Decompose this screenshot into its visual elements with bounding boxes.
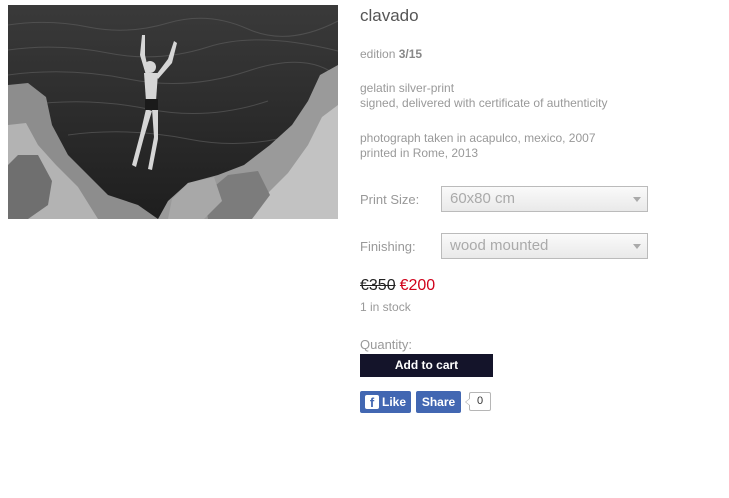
- edition-prefix: edition: [360, 47, 399, 61]
- product-photo[interactable]: [8, 5, 338, 219]
- like-label: Like: [382, 395, 407, 409]
- finishing-value: wood mounted: [450, 237, 549, 254]
- edition-number: 3/15: [398, 47, 423, 61]
- stock-status: 1 in stock: [360, 300, 411, 314]
- edition-info: edition 3/15: [360, 47, 422, 61]
- product-photo-image: [8, 5, 338, 219]
- chevron-down-icon: [633, 244, 641, 249]
- print-size-select[interactable]: 60x80 cm: [441, 186, 648, 212]
- photo-description: photograph taken in acapulco, mexico, 20…: [360, 131, 596, 161]
- material-line: signed, delivered with certificate of au…: [360, 96, 608, 110]
- facebook-f-icon: f: [365, 395, 379, 409]
- material-line: gelatin silver-print: [360, 81, 455, 95]
- share-count: 0: [465, 392, 491, 411]
- facebook-share-button[interactable]: Share: [416, 391, 461, 413]
- facebook-like-button[interactable]: f Like: [360, 391, 411, 413]
- finishing-label: Finishing:: [360, 239, 416, 254]
- photo-line: printed in Rome, 2013: [360, 146, 479, 160]
- product-title: clavado: [360, 6, 419, 25]
- print-size-value: 60x80 cm: [450, 190, 516, 207]
- chevron-down-icon: [633, 197, 641, 202]
- quantity-label: Quantity:: [360, 337, 413, 352]
- print-size-label: Print Size:: [360, 192, 420, 207]
- sale-price: €200: [399, 277, 436, 294]
- material-description: gelatin silver-print signed, delivered w…: [360, 81, 607, 111]
- old-price: €350: [360, 277, 396, 294]
- price: €350 €200: [360, 277, 435, 295]
- photo-line: photograph taken in acapulco, mexico, 20…: [360, 131, 596, 145]
- add-to-cart-button[interactable]: Add to cart: [360, 354, 493, 377]
- finishing-select[interactable]: wood mounted: [441, 233, 648, 259]
